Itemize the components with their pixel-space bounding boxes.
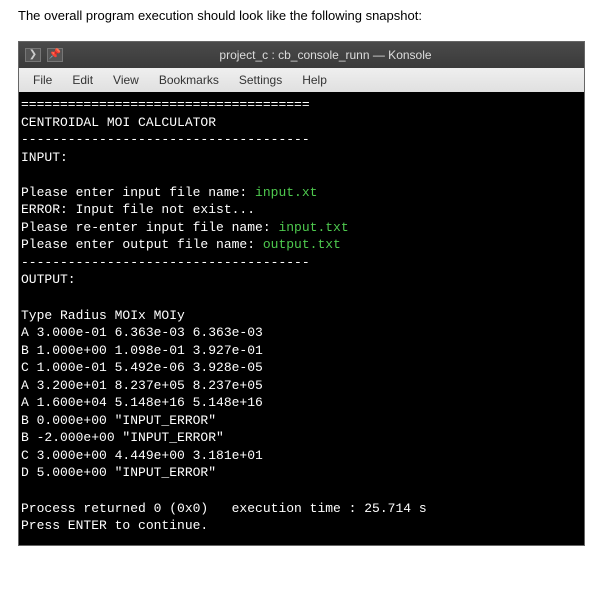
window-titlebar: ❯ 📌 project_c : cb_console_runn — Konsol… bbox=[19, 42, 584, 68]
table-row: A 3.200e+01 8.237e+05 8.237e+05 bbox=[21, 378, 263, 393]
error-message: ERROR: Input file not exist... bbox=[21, 202, 255, 217]
konsole-window: ❯ 📌 project_c : cb_console_runn — Konsol… bbox=[18, 41, 585, 546]
rule-line: ------------------------------------- bbox=[21, 132, 310, 147]
intro-text: The overall program execution should loo… bbox=[18, 8, 585, 23]
menu-file[interactable]: File bbox=[23, 70, 62, 90]
window-title: project_c : cb_console_runn — Konsole bbox=[73, 48, 578, 62]
table-row: C 1.000e-01 5.492e-06 3.928e-05 bbox=[21, 360, 263, 375]
menu-bookmarks[interactable]: Bookmarks bbox=[149, 70, 229, 90]
menu-settings[interactable]: Settings bbox=[229, 70, 292, 90]
menubar: File Edit View Bookmarks Settings Help bbox=[19, 68, 584, 92]
terminal-output[interactable]: ===================================== CE… bbox=[19, 92, 584, 545]
menu-view[interactable]: View bbox=[103, 70, 149, 90]
user-reenter-file: input.txt bbox=[278, 220, 348, 235]
menu-edit[interactable]: Edit bbox=[62, 70, 103, 90]
terminal-icon: ❯ bbox=[25, 48, 41, 62]
table-row: B 0.000e+00 "INPUT_ERROR" bbox=[21, 413, 216, 428]
user-output-file: output.txt bbox=[263, 237, 341, 252]
prompt-input-file: Please enter input file name: bbox=[21, 185, 255, 200]
rule-line: ===================================== bbox=[21, 97, 310, 112]
press-enter: Press ENTER to continue. bbox=[21, 518, 208, 533]
table-row: A 3.000e-01 6.363e-03 6.363e-03 bbox=[21, 325, 263, 340]
table-row: B -2.000e+00 "INPUT_ERROR" bbox=[21, 430, 224, 445]
table-row: B 1.000e+00 1.098e-01 3.927e-01 bbox=[21, 343, 263, 358]
input-section-header: INPUT: bbox=[21, 150, 68, 165]
prompt-output-file: Please enter output file name: bbox=[21, 237, 263, 252]
pin-icon: 📌 bbox=[47, 48, 63, 62]
titlebar-left-icons: ❯ 📌 bbox=[25, 48, 63, 62]
table-row: D 5.000e+00 "INPUT_ERROR" bbox=[21, 465, 216, 480]
app-title: CENTROIDAL MOI CALCULATOR bbox=[21, 115, 216, 130]
table-header: Type Radius MOIx MOIy bbox=[21, 308, 185, 323]
user-input-file: input.xt bbox=[255, 185, 317, 200]
rule-line: ------------------------------------- bbox=[21, 255, 310, 270]
table-row: C 3.000e+00 4.449e+00 3.181e+01 bbox=[21, 448, 263, 463]
prompt-reenter-file: Please re-enter input file name: bbox=[21, 220, 278, 235]
process-status: Process returned 0 (0x0) execution time … bbox=[21, 501, 427, 516]
menu-help[interactable]: Help bbox=[292, 70, 337, 90]
output-section-header: OUTPUT: bbox=[21, 272, 76, 287]
table-row: A 1.600e+04 5.148e+16 5.148e+16 bbox=[21, 395, 263, 410]
